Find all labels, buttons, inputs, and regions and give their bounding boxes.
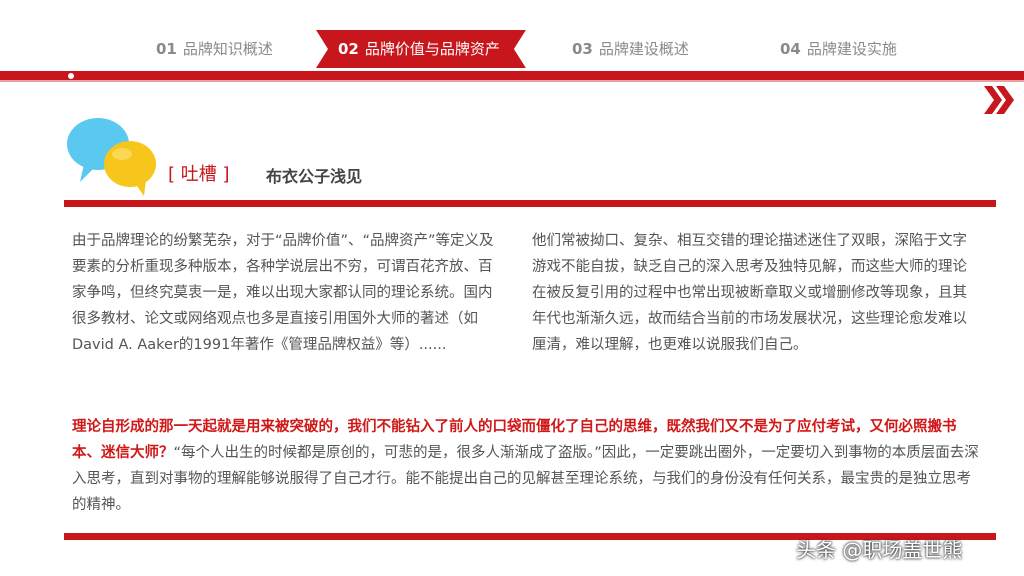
top-divider-shadow	[0, 80, 1024, 82]
nav-item-label: 品牌价值与品牌资产	[364, 40, 500, 58]
progress-dot	[68, 73, 74, 79]
watermark-text: 头条 @职场盖世熊	[796, 538, 963, 562]
top-divider-bar	[0, 71, 1024, 80]
speech-bubbles-icon	[67, 118, 156, 196]
section-nav: 01 品牌知识概述 02 品牌价值与品牌资产 03 品牌建设概述 04 品牌建设实施	[0, 30, 1024, 68]
nav-item-number: 01	[156, 40, 177, 58]
nav-item-2-active[interactable]: 02 品牌价值与品牌资产	[316, 30, 526, 68]
double-chevron-right-icon[interactable]	[978, 80, 1018, 120]
nav-item-label: 品牌知识概述	[182, 40, 273, 58]
body-paragraph-right: 他们常被拗口、复杂、相互交错的理论描述迷住了双眼，深陷于文字游戏不能自拔，缺乏自…	[532, 233, 967, 353]
section-title: 布衣公子浅见	[266, 167, 363, 186]
nav-item-number: 04	[780, 40, 801, 58]
nav-item-1[interactable]: 01 品牌知识概述	[156, 30, 273, 68]
nav-item-number: 03	[572, 40, 593, 58]
content-top-bar	[64, 200, 996, 207]
body-paragraph-left: 由于品牌理论的纷繁芜杂，对于“品牌价值”、“品牌资产”等定义及要素的分析重现多种…	[72, 233, 494, 353]
nav-item-number: 02	[338, 40, 359, 58]
section-tag: [ 吐槽 ]	[168, 164, 230, 185]
nav-item-3[interactable]: 03 品牌建设概述	[572, 30, 689, 68]
nav-item-4[interactable]: 04 品牌建设实施	[780, 30, 897, 68]
nav-item-label: 品牌建设实施	[806, 40, 897, 58]
body-text: “每个人出生的时候都是原创的，可悲的是，很多人渐渐成了盗版。”因此，一定要跳出圈…	[72, 445, 979, 513]
body-paragraph-bottom: 理论自形成的那一天起就是用来被突破的，我们不能钻入了前人的口袋而僵化了自己的思维…	[72, 414, 980, 518]
nav-item-label: 品牌建设概述	[598, 40, 689, 58]
